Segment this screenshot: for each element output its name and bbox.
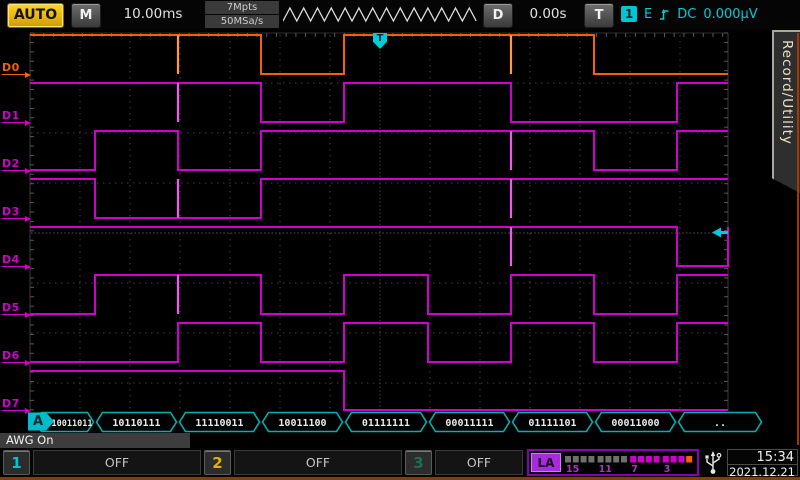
channel-label-D6[interactable]: D6 [2, 349, 28, 363]
bus-value: 01111111 [362, 418, 410, 429]
la-group-number: 15 [566, 464, 579, 475]
bus-value: 11110011 [195, 418, 243, 429]
channel1-badge[interactable]: 1 [3, 450, 30, 475]
bus-value: 01111101 [528, 418, 576, 429]
channel-label-D1[interactable]: D1 [2, 109, 28, 123]
clock-box: 15:34 2021.12.21 [727, 449, 798, 476]
la-group-number: 7 [631, 464, 638, 475]
bus-value: 00011111 [445, 418, 493, 429]
la-group-number: 3 [664, 464, 671, 475]
bus-value: 00011000 [611, 418, 659, 429]
channel1-status[interactable]: OFF [33, 450, 201, 475]
waveform-D2 [30, 131, 728, 170]
channel3-badge[interactable]: 3 [405, 450, 432, 475]
bus-value: .. [714, 418, 726, 429]
bottom-bar: 1 OFF 2 OFF 3 OFF LA 15 11 7 3 15:34 2021.1… [0, 448, 800, 477]
waveform-D1 [30, 83, 728, 122]
channel3-status[interactable]: OFF [435, 450, 523, 475]
usb-icon [701, 449, 725, 476]
waveform-D3 [30, 179, 728, 218]
la-badge: LA [531, 453, 561, 472]
oscilloscope-screen: AUTO M 10.00ms 7Mpts 50MSa/s D 0.00s T 1… [0, 0, 800, 480]
trigger-level-arrow [712, 228, 721, 238]
screen-edge-indicator [797, 33, 799, 445]
channel-label-D5[interactable]: D5 [2, 301, 28, 315]
channel2-status[interactable]: OFF [234, 450, 402, 475]
la-channel-indicators: 15 11 7 3 [563, 452, 699, 475]
channel2-badge[interactable]: 2 [204, 450, 231, 475]
waveform-plot: 10011011 10110111 11110011 10011100 01111111… [0, 0, 800, 448]
time-readout: 15:34 [728, 450, 797, 464]
logic-analyzer-block[interactable]: LA 15 11 7 3 [527, 449, 699, 476]
record-utility-tab[interactable]: Record/Utility [772, 30, 800, 193]
awg-status-strip: AWG On [0, 433, 190, 448]
waveform-D6 [30, 323, 728, 362]
waveform-D7 [30, 371, 728, 410]
record-utility-label: Record/Utility [779, 40, 795, 145]
bus-value: 10011011 [52, 419, 93, 429]
channel-label-D0[interactable]: D0 [2, 61, 28, 75]
la-group-number: 11 [599, 464, 612, 475]
channel-label-D2[interactable]: D2 [2, 157, 28, 171]
waveform-D5 [30, 275, 728, 314]
bus-value: 10110111 [112, 418, 160, 429]
channel-label-D4[interactable]: D4 [2, 253, 28, 267]
bus-value: 10011100 [278, 418, 326, 429]
channel-label-D3[interactable]: D3 [2, 205, 28, 219]
date-readout: 2021.12.21 [728, 464, 797, 478]
channel-label-D7[interactable]: D7 [2, 397, 28, 411]
